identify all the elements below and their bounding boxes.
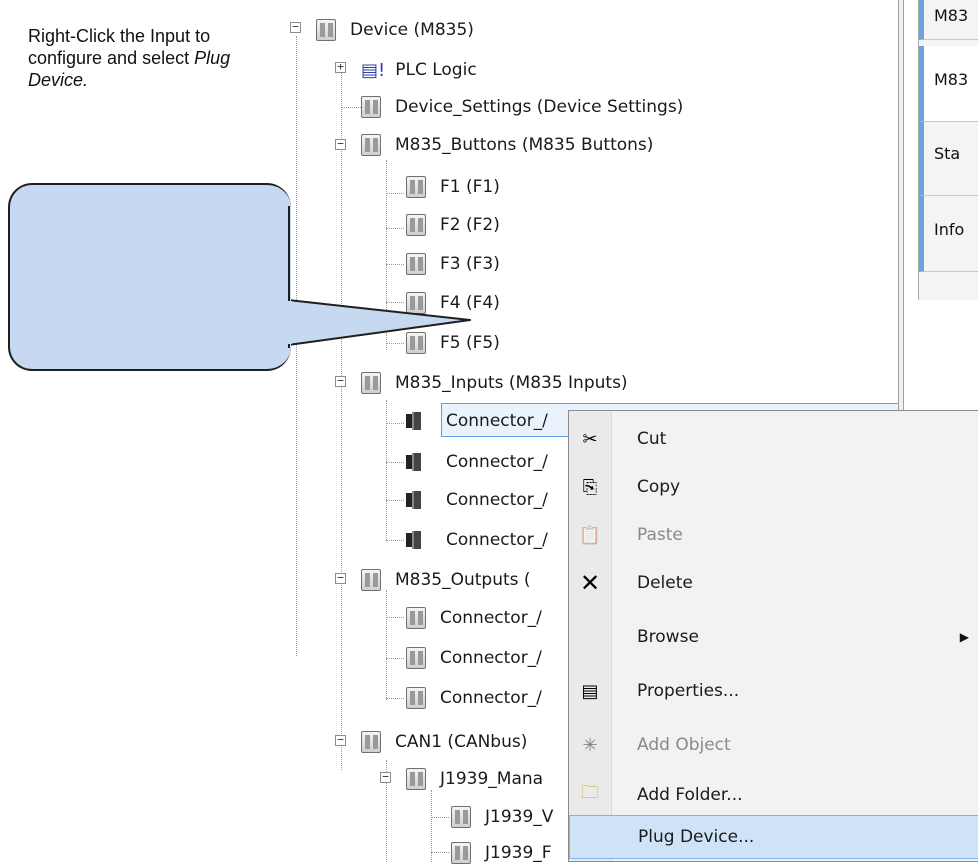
tree-item-device-settings[interactable]: Device_Settings (Device Settings): [361, 92, 687, 122]
tree-item-f4[interactable]: F4 (F4): [406, 288, 504, 318]
menu-item-plug-device[interactable]: Plug Device...: [569, 815, 978, 859]
device-icon: [406, 253, 426, 275]
tree-item-input-connector[interactable]: Connector_/: [406, 406, 552, 436]
tree-item-j1939-child[interactable]: J1939_F: [451, 838, 556, 868]
tree-item-plc-logic[interactable]: ▤! PLC Logic: [361, 55, 481, 85]
instruction-callout: [8, 183, 291, 371]
device-icon: [406, 332, 426, 354]
right-panel: M83 M83 Sta Info: [918, 0, 978, 300]
connector-icon: [406, 491, 421, 509]
device-icon: [361, 96, 381, 118]
connector-icon: [406, 453, 421, 471]
tree-item-device[interactable]: Device (M835): [316, 15, 478, 45]
device-icon: [406, 214, 426, 236]
tree-item-f5[interactable]: F5 (F5): [406, 328, 504, 358]
menu-item-browse[interactable]: Browse ▶: [569, 615, 978, 659]
tab-m835-1[interactable]: M83: [919, 0, 978, 40]
tree-item-f2[interactable]: F2 (F2): [406, 210, 504, 240]
device-icon: [316, 19, 336, 41]
device-icon: [361, 569, 381, 591]
menu-item-add-object[interactable]: ✳ Add Object: [569, 723, 978, 767]
tree-item-f1[interactable]: F1 (F1): [406, 172, 504, 202]
menu-item-cut[interactable]: ✂ Cut: [569, 417, 978, 461]
device-icon: [406, 292, 426, 314]
tree-item-m835-outputs[interactable]: M835_Outputs (: [361, 565, 535, 595]
device-icon: [406, 768, 426, 790]
tree-item-input-connector[interactable]: Connector_/: [406, 485, 552, 515]
tree-item-m835-inputs[interactable]: M835_Inputs (M835 Inputs): [361, 368, 632, 398]
scissors-icon: ✂: [582, 428, 598, 450]
delete-icon: ✕: [579, 569, 601, 597]
device-icon: [361, 731, 381, 753]
submenu-arrow-icon: ▶: [959, 630, 969, 644]
tree-item-output-connector[interactable]: Connector_/: [406, 643, 546, 673]
tab-m835-2[interactable]: M83: [919, 46, 978, 122]
pane-splitter[interactable]: [898, 0, 904, 420]
tree-item-f3[interactable]: F3 (F3): [406, 249, 504, 279]
collapse-icon[interactable]: −: [335, 572, 346, 584]
device-icon: [406, 687, 426, 709]
tree-item-can1[interactable]: CAN1 (CANbus): [361, 727, 531, 757]
tree-item-j1939-child[interactable]: J1939_V: [451, 802, 557, 832]
tab-status[interactable]: Sta: [919, 122, 978, 196]
add-object-icon: ✳: [582, 734, 598, 756]
tree-item-input-connector[interactable]: Connector_/: [406, 525, 552, 555]
menu-item-properties[interactable]: ▤ Properties...: [569, 669, 978, 713]
tree-item-output-connector[interactable]: Connector_/: [406, 683, 546, 713]
properties-icon: ▤: [581, 680, 599, 702]
device-icon: [406, 176, 426, 198]
callout-text: Right-Click the Input to configure and s…: [28, 26, 231, 90]
collapse-icon[interactable]: −: [380, 771, 391, 783]
tab-info[interactable]: Info: [919, 196, 978, 272]
copy-icon: ⎘: [582, 476, 598, 498]
tree-item-output-connector[interactable]: Connector_/: [406, 603, 546, 633]
collapse-icon[interactable]: −: [335, 734, 346, 746]
collapse-icon[interactable]: −: [335, 138, 346, 150]
tree-item-m835-buttons[interactable]: M835_Buttons (M835 Buttons): [361, 130, 657, 160]
device-icon: [451, 806, 471, 828]
connector-icon: [406, 412, 421, 430]
device-icon: [451, 842, 471, 864]
expand-icon[interactable]: +: [335, 61, 346, 73]
connector-icon: [406, 531, 421, 549]
device-icon: [406, 647, 426, 669]
collapse-icon[interactable]: −: [335, 375, 346, 387]
tree-item-j1939-manager[interactable]: J1939_Mana: [406, 764, 547, 794]
collapse-icon[interactable]: −: [290, 21, 301, 33]
device-icon: [406, 607, 426, 629]
paste-icon: 📋: [578, 524, 602, 546]
folder-icon: 🗀: [581, 782, 599, 803]
plc-logic-icon: ▤!: [361, 59, 386, 81]
device-icon: [361, 134, 381, 156]
tree-item-input-connector[interactable]: Connector_/: [406, 447, 552, 477]
menu-item-paste[interactable]: 📋 Paste: [569, 513, 978, 557]
device-icon: [361, 372, 381, 394]
menu-item-copy[interactable]: ⎘ Copy: [569, 465, 978, 509]
menu-item-delete[interactable]: ✕ Delete: [569, 561, 978, 605]
menu-item-add-folder[interactable]: 🗀 Add Folder...: [569, 773, 978, 817]
context-menu: ✂ Cut ⎘ Copy 📋 Paste ✕ Delete Browse ▶ ▤…: [568, 410, 978, 862]
